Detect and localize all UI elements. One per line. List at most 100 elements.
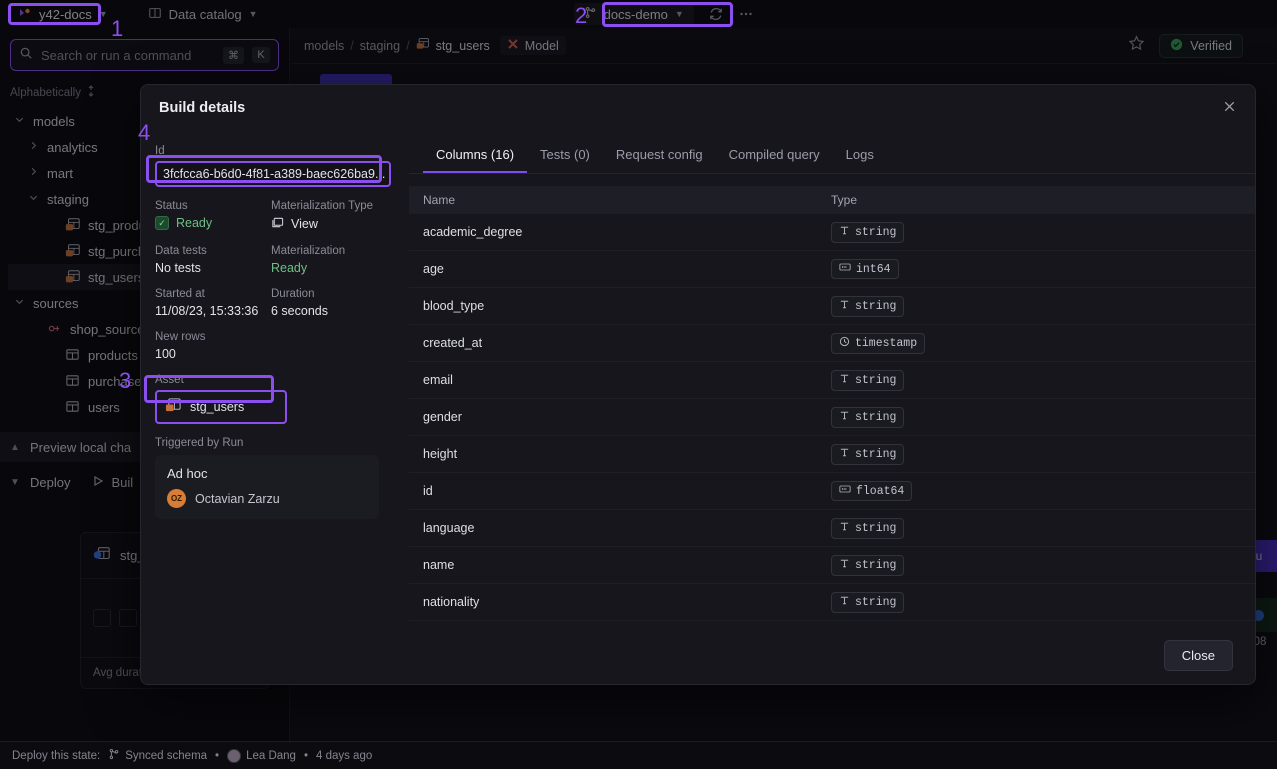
column-name: blood_type	[423, 299, 485, 313]
field-started-at-value: 11/08/23, 15:33:36	[155, 304, 259, 318]
avatar	[227, 748, 242, 763]
type-badge: string	[831, 295, 905, 317]
field-started-at: Started at 11/08/23, 15:33:36	[155, 288, 271, 318]
column-name: email	[423, 373, 453, 387]
column-header-name: Name	[423, 193, 456, 207]
app-root: y42-docs ▼ Data catalog ▼ docs-demo ▼ Se…	[0, 0, 1277, 769]
tab-tests-0[interactable]: Tests (0)	[527, 141, 603, 173]
type-label: string	[855, 558, 897, 572]
column-name: id	[423, 484, 433, 498]
type-badge: string	[831, 369, 905, 391]
columns-table-header: Name Type	[409, 186, 1255, 214]
status-user: Lea Dang	[227, 748, 296, 763]
table-row[interactable]: nationality string	[409, 584, 1255, 621]
triggered-by-run-card[interactable]: Ad hoc OZ Octavian Zarzu	[155, 455, 379, 519]
type-label: float64	[856, 484, 905, 498]
check-icon: ✓	[155, 216, 169, 230]
table-row[interactable]: academic_degree string	[409, 214, 1255, 251]
field-id-label: Id	[155, 145, 165, 157]
dialog-body: Id 3fcfcca6-b6d0-4f81-a389-baec626ba9...…	[141, 131, 1255, 626]
asset-name: stg_users	[190, 400, 245, 414]
field-status: Status ✓ Ready	[155, 200, 271, 232]
number-icon	[839, 262, 851, 276]
field-started-at-label: Started at	[155, 288, 205, 300]
field-materialization-value: Ready	[271, 261, 308, 275]
field-materialization-type-label: Materialization Type	[271, 200, 374, 212]
run-type: Ad hoc	[167, 466, 208, 481]
table-row[interactable]: age int64	[409, 251, 1255, 288]
status-dot: •	[303, 749, 308, 762]
field-status-label: Status	[155, 200, 188, 212]
text-icon	[839, 595, 850, 610]
type-label: string	[855, 225, 897, 239]
avatar: OZ	[167, 489, 186, 508]
type-badge: float64	[831, 481, 913, 501]
column-name: nationality	[423, 595, 480, 609]
text-icon	[839, 521, 850, 536]
status-user-name: Lea Dang	[246, 749, 296, 762]
dialog-title: Build details	[159, 100, 246, 116]
column-name: academic_degree	[423, 225, 523, 239]
table-row[interactable]: name string	[409, 547, 1255, 584]
dialog-tab-panel: Columns (16) Tests (0) Request config Compi…	[409, 131, 1255, 626]
git-branch-icon	[108, 748, 120, 763]
field-triggered-by-label: Triggered by Run	[155, 437, 244, 449]
dialog-footer: Close	[141, 626, 1255, 684]
columns-table-body[interactable]: academic_degree string age int64 blood_type s…	[409, 214, 1255, 626]
build-details-dialog: Build details Id 3fcfcca6-b6d0-4f81-a389…	[140, 84, 1256, 685]
type-badge: string	[831, 591, 905, 613]
column-type: string	[831, 443, 1241, 465]
field-duration-value: 6 seconds	[271, 304, 328, 318]
column-type: int64	[831, 259, 1241, 279]
table-row[interactable]: language string	[409, 510, 1255, 547]
column-type: string	[831, 221, 1241, 243]
tab-logs[interactable]: Logs	[833, 141, 887, 173]
asset-link[interactable]: stg_users	[155, 390, 287, 424]
column-type: string	[831, 591, 1241, 613]
column-name: created_at	[423, 336, 483, 350]
column-type: string	[831, 369, 1241, 391]
text-icon	[839, 410, 850, 425]
close-icon[interactable]	[1222, 99, 1237, 117]
text-icon	[839, 373, 850, 388]
tab-compiled-query[interactable]: Compiled query	[716, 141, 833, 173]
field-materialization: Materialization Ready	[271, 245, 387, 275]
column-type: string	[831, 295, 1241, 317]
column-type: float64	[831, 481, 1241, 501]
table-row[interactable]: blood_type string	[409, 288, 1255, 325]
status-schema[interactable]: Synced schema	[108, 748, 207, 763]
field-data-tests-value: No tests	[155, 261, 201, 275]
field-duration-label: Duration	[271, 288, 315, 300]
number-icon	[839, 484, 851, 498]
type-badge: string	[831, 406, 905, 428]
field-status-value-wrap: ✓ Ready	[155, 216, 271, 230]
table-row[interactable]: email string	[409, 362, 1255, 399]
close-button[interactable]: Close	[1163, 639, 1233, 671]
table-row[interactable]: id float64	[409, 473, 1255, 510]
dialog-tabs: Columns (16) Tests (0) Request config Compi…	[409, 141, 1255, 174]
field-id-value[interactable]: 3fcfcca6-b6d0-4f81-a389-baec626ba9...	[155, 161, 391, 187]
field-materialization-label: Materialization	[271, 245, 346, 257]
field-materialization-type-value-wrap: View	[271, 216, 387, 232]
text-icon	[839, 225, 850, 240]
column-name: height	[423, 447, 458, 461]
field-new-rows-value: 100	[155, 347, 176, 361]
field-data-tests-label: Data tests	[155, 245, 207, 257]
column-type: string	[831, 517, 1241, 539]
tab-columns-16[interactable]: Columns (16)	[423, 141, 528, 173]
run-user-name: Octavian Zarzu	[195, 491, 280, 506]
text-icon	[839, 299, 850, 314]
field-id: Id 3fcfcca6-b6d0-4f81-a389-baec626ba9...	[155, 145, 391, 187]
run-user-row: OZ Octavian Zarzu	[167, 489, 367, 508]
column-header-type: Type	[831, 193, 858, 207]
tab-request-config[interactable]: Request config	[603, 141, 716, 173]
type-label: int64	[856, 262, 891, 276]
table-row[interactable]: gender string	[409, 399, 1255, 436]
table-row[interactable]: created_at timestamp	[409, 325, 1255, 362]
type-label: string	[855, 410, 897, 424]
type-label: string	[855, 447, 897, 461]
clock-icon	[839, 336, 850, 351]
table-row[interactable]: height string	[409, 436, 1255, 473]
column-type: timestamp	[831, 332, 1241, 354]
dialog-header: Build details	[141, 85, 1255, 131]
